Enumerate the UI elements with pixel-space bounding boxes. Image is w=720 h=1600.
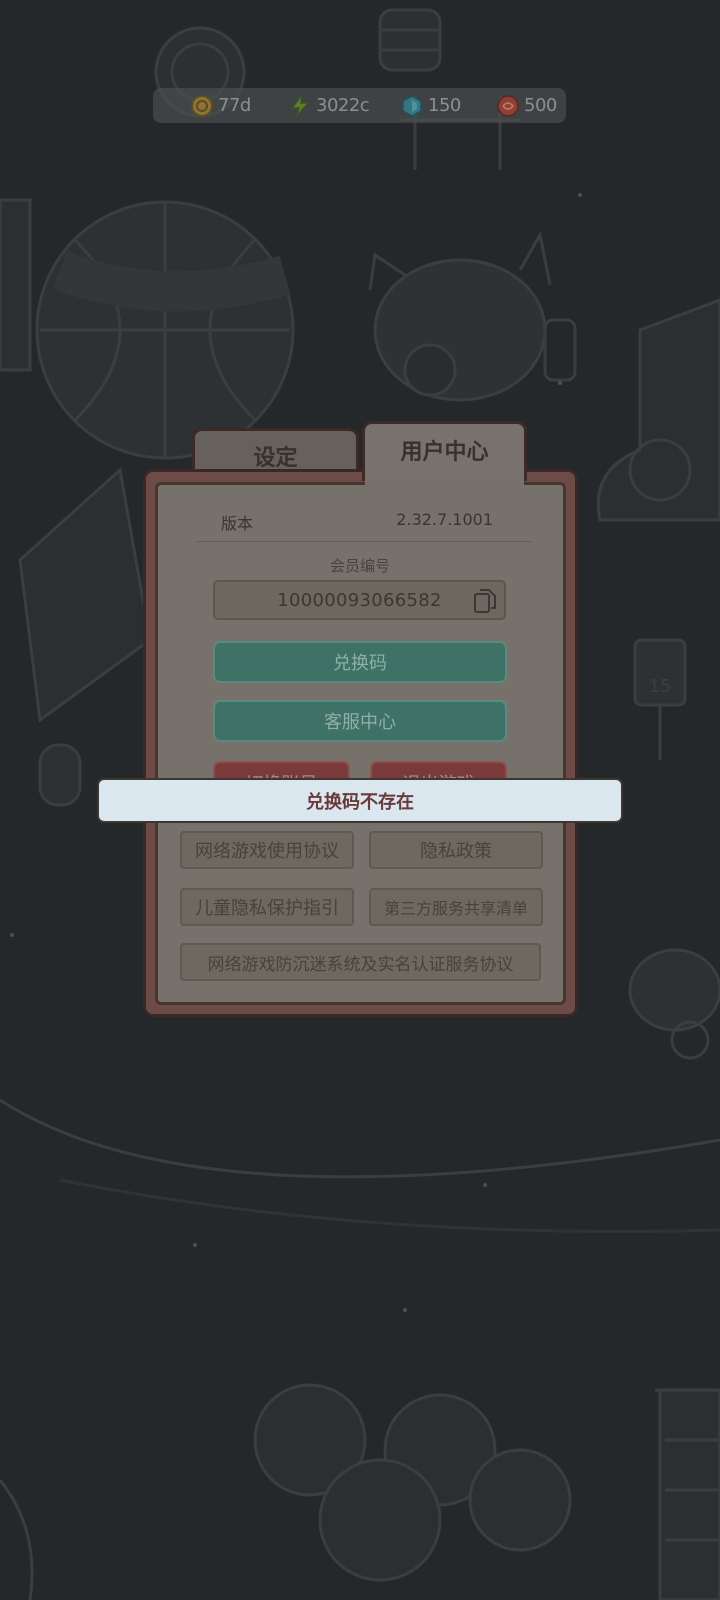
customer-service-label: 客服中心 [324, 712, 396, 733]
food-icon [497, 94, 519, 117]
tab-joint [365, 476, 524, 486]
tab-settings-label: 设定 [253, 445, 298, 471]
link-third-party-sharing-label: 第三方服务共享清单 [383, 899, 528, 918]
energy-value: 3022c [316, 95, 370, 116]
customer-service-button[interactable]: 客服中心 [213, 700, 507, 742]
redeem-code-label: 兑换码 [333, 653, 387, 674]
resource-food[interactable]: 500 [496, 88, 557, 123]
lightning-icon [290, 93, 310, 117]
toast-message: 兑换码不存在 [97, 778, 623, 823]
link-anti-addiction-label: 网络游戏防沉迷系统及实名认证服务协议 [207, 954, 514, 975]
gem-icon [402, 94, 422, 117]
barrel [378, 8, 442, 72]
hamster [628, 948, 720, 1032]
link-third-party-sharing[interactable]: 第三方服务共享清单 [369, 888, 543, 926]
tower [658, 1388, 720, 1600]
ground-edge [0, 1098, 720, 1179]
member-id-value: 10000093066582 [277, 589, 442, 611]
food-value: 500 [524, 95, 557, 116]
resource-bar: 77d 3022c 150 500 [153, 88, 566, 123]
gems-value: 150 [428, 95, 461, 116]
redeem-code-button[interactable]: 兑换码 [213, 641, 507, 683]
left-building [0, 198, 32, 372]
copy-icon[interactable] [473, 588, 497, 614]
member-id-label: 会员编号 [329, 557, 390, 575]
resource-coins[interactable]: 77d [190, 88, 251, 123]
link-child-privacy[interactable]: 儿童隐私保护指引 [180, 888, 354, 926]
link-anti-addiction-agreement[interactable]: 网络游戏防沉迷系统及实名认证服务协议 [180, 943, 541, 981]
coins-value: 77d [218, 95, 251, 116]
link-privacy-policy-label: 隐私政策 [420, 841, 492, 862]
toast-text: 兑换码不存在 [306, 791, 414, 813]
link-privacy-policy[interactable]: 隐私政策 [369, 831, 543, 869]
cat-character [373, 258, 547, 402]
link-child-privacy-label: 儿童隐私保护指引 [195, 898, 339, 919]
resource-gems[interactable]: 150 [400, 88, 461, 123]
right-house [596, 298, 720, 522]
coin-icon [191, 94, 213, 117]
resource-energy[interactable]: 3022c [288, 88, 370, 123]
tab-user-center-label: 用户中心 [400, 440, 489, 465]
tab-user-center[interactable]: 用户中心 [362, 421, 527, 481]
link-user-agreement[interactable]: 网络游戏使用协议 [180, 831, 354, 869]
divider [197, 541, 531, 542]
bushes [253, 1383, 572, 1582]
link-user-agreement-label: 网络游戏使用协议 [195, 841, 339, 862]
member-id-box: 10000093066582 [213, 580, 506, 620]
version-label: 版本 [221, 514, 254, 533]
signpost-number: 15 [649, 676, 672, 697]
version-value: 2.32.7.1001 [396, 510, 493, 529]
